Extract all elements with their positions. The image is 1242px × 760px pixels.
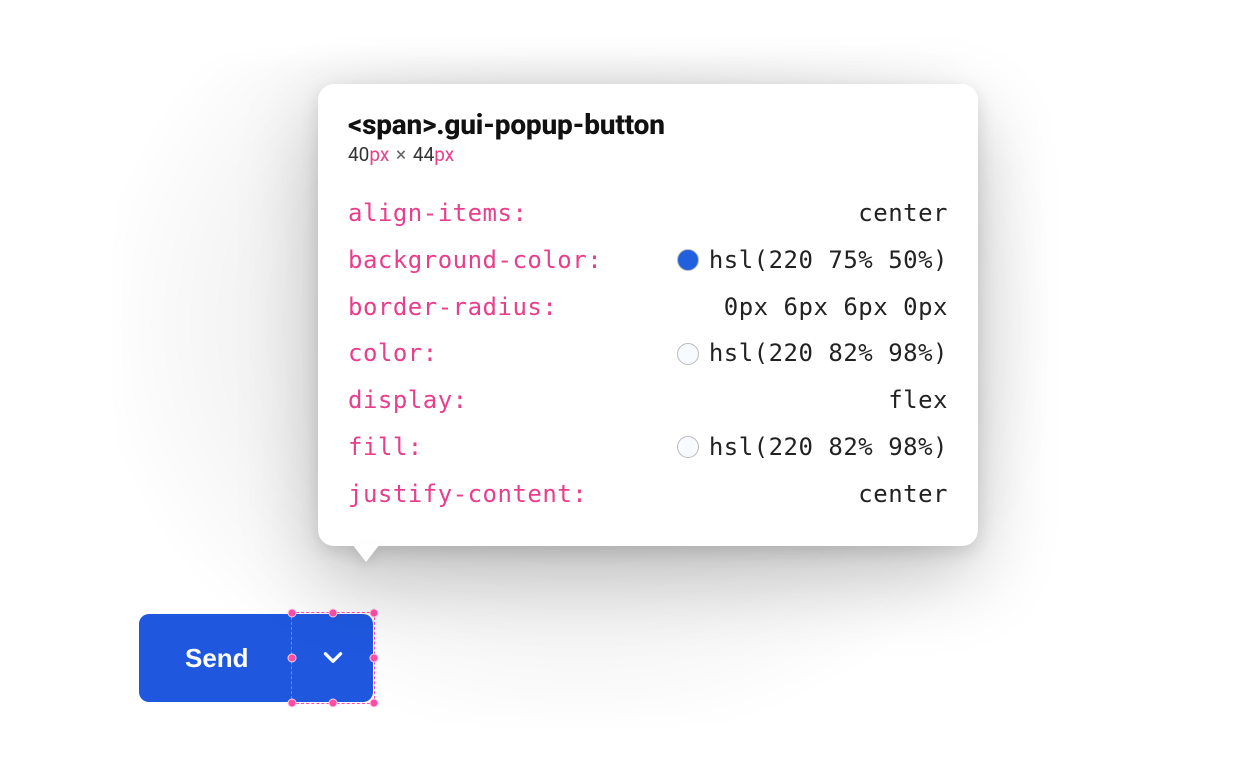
css-property-value: center xyxy=(858,190,948,237)
color-swatch-icon xyxy=(677,436,699,458)
css-property-name: fill xyxy=(348,424,408,471)
css-property-name: display xyxy=(348,377,453,424)
css-property-name: background-color xyxy=(348,237,587,284)
chevron-down-icon xyxy=(320,644,346,673)
popup-button-wrapper xyxy=(293,614,373,702)
send-button[interactable]: Send xyxy=(139,614,293,702)
colon: : xyxy=(408,424,422,471)
colon: : xyxy=(512,190,526,237)
css-property-name: justify-content xyxy=(348,471,572,518)
css-property-row: background-color: hsl(220 75% 50%) xyxy=(348,237,948,284)
send-button-label: Send xyxy=(185,643,249,674)
times-glyph: × xyxy=(396,143,406,166)
color-swatch-icon xyxy=(677,343,699,365)
colon: : xyxy=(423,330,437,377)
css-property-row: fill: hsl(220 82% 98%) xyxy=(348,424,948,471)
tooltip-dimensions: 40px × 44px xyxy=(348,143,948,166)
css-property-row: justify-content: center xyxy=(348,471,948,518)
css-property-row: display: flex xyxy=(348,377,948,424)
split-button-group: Send xyxy=(139,614,373,702)
height-unit: px xyxy=(434,143,454,166)
gui-popup-button[interactable] xyxy=(293,614,373,702)
color-swatch-icon xyxy=(677,249,699,271)
css-property-value: center xyxy=(858,471,948,518)
tooltip-element-tag: <span> xyxy=(348,108,436,141)
css-property-row: border-radius: 0px 6px 6px 0px xyxy=(348,284,948,331)
css-property-row: align-items: center xyxy=(348,190,948,237)
tooltip-selector-line: <span>.gui-popup-button xyxy=(348,108,948,141)
colon: : xyxy=(542,284,556,331)
css-property-value: hsl(220 75% 50%) xyxy=(709,237,948,284)
css-inspector-tooltip: <span>.gui-popup-button 40px × 44px alig… xyxy=(318,84,978,546)
css-property-value: flex xyxy=(888,377,948,424)
colon: : xyxy=(587,237,601,284)
colon: : xyxy=(572,471,586,518)
css-property-row: color: hsl(220 82% 98%) xyxy=(348,330,948,377)
css-property-name: color xyxy=(348,330,423,377)
css-property-name: align-items xyxy=(348,190,512,237)
css-property-value: hsl(220 82% 98%) xyxy=(709,330,948,377)
css-property-value: 0px 6px 6px 0px xyxy=(724,284,948,331)
css-property-name: border-radius xyxy=(348,284,542,331)
width-value: 40 xyxy=(348,143,369,166)
tooltip-property-list: align-items: center background-color: hsl(2… xyxy=(348,190,948,518)
colon: : xyxy=(453,377,467,424)
height-value: 44 xyxy=(413,143,434,166)
css-property-value: hsl(220 82% 98%) xyxy=(709,424,948,471)
tooltip-class-selector: .gui-popup-button xyxy=(436,108,664,141)
width-unit: px xyxy=(369,143,389,166)
